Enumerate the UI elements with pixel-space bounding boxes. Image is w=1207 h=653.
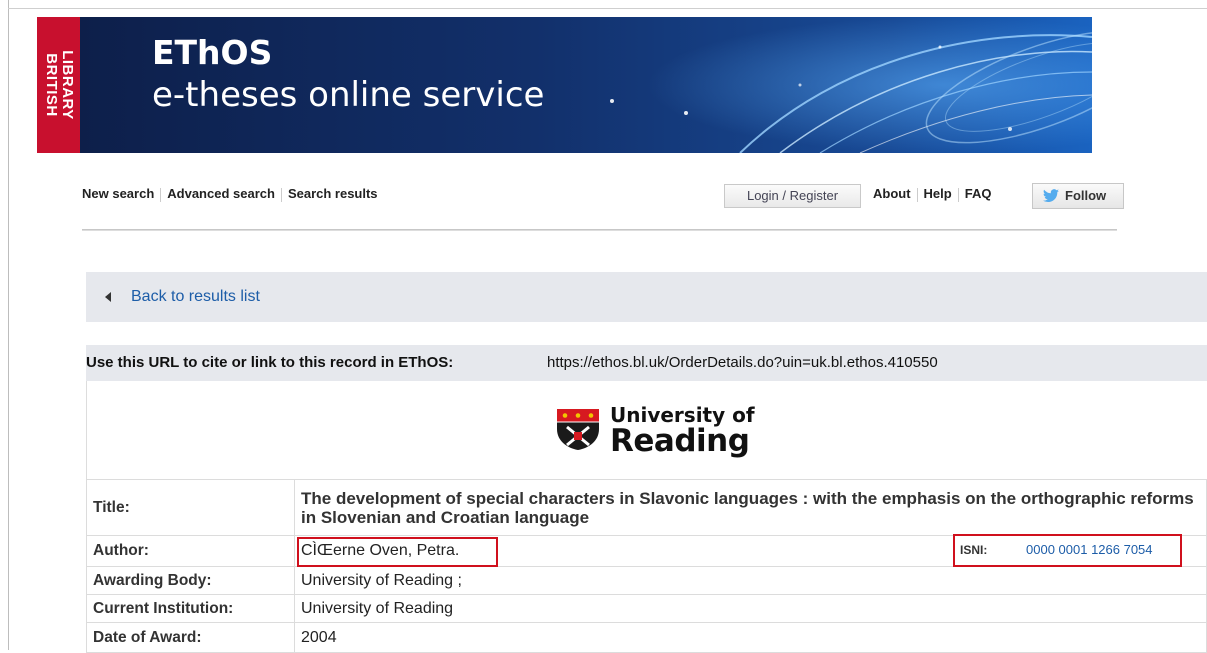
follow-label: Follow	[1065, 188, 1107, 203]
back-to-results-link[interactable]: Back to results list	[131, 288, 260, 306]
current-institution-label: Current Institution:	[86, 594, 295, 623]
secondary-nav: About Help FAQ	[873, 186, 991, 202]
title-cell: The development of special characters in…	[294, 479, 1207, 536]
cite-url-bar: Use this URL to cite or link to this rec…	[86, 345, 1207, 381]
logo-line-library: LIBRARY	[58, 50, 76, 120]
title-value: The development of special characters in…	[301, 488, 1194, 527]
frame-top-border	[8, 8, 1207, 9]
record-row-date-of-award: Date of Award: 2004	[86, 622, 1207, 653]
nav-faq[interactable]: FAQ	[965, 186, 992, 201]
nav-separator	[280, 187, 282, 202]
login-register-button[interactable]: Login / Register	[724, 184, 861, 208]
nav-separator	[160, 187, 162, 202]
nav-new-search[interactable]: New search	[82, 186, 154, 201]
nav-separator	[957, 187, 959, 202]
banner-title: EThOS	[152, 33, 273, 72]
date-of-award-label: Date of Award:	[86, 622, 295, 653]
cite-url-label: Use this URL to cite or link to this rec…	[86, 354, 454, 371]
nav-separator	[916, 187, 918, 202]
nav-search-results[interactable]: Search results	[288, 186, 378, 201]
date-of-award-value: 2004	[294, 622, 1207, 653]
title-label: Title:	[86, 479, 295, 536]
institution-logo-panel: University of Reading	[86, 381, 1207, 480]
back-bar: Back to results list	[86, 272, 1207, 322]
british-library-logo[interactable]: LIBRARY BRITISH	[37, 17, 80, 153]
frame-left-border	[8, 0, 9, 650]
reading-crest-icon	[557, 409, 599, 450]
ethos-banner[interactable]: EThOS e-theses online service	[80, 17, 1092, 153]
banner-subtitle: e-theses online service	[152, 75, 545, 115]
nav-about[interactable]: About	[873, 186, 911, 201]
nav-advanced-search[interactable]: Advanced search	[167, 186, 275, 201]
author-highlight-box	[297, 537, 498, 567]
record-row-title: Title: The development of special charac…	[86, 479, 1207, 536]
awarding-body-label: Awarding Body:	[86, 566, 295, 595]
twitter-bird-icon	[1043, 189, 1059, 203]
author-label: Author:	[86, 535, 295, 567]
awarding-body-value[interactable]: University of Reading ;	[294, 566, 1207, 595]
record-row-current-institution: Current Institution: University of Readi…	[86, 594, 1207, 623]
twitter-follow-button[interactable]: Follow	[1032, 183, 1124, 209]
british-library-logo-text: LIBRARY BRITISH	[42, 50, 76, 120]
cite-url-value[interactable]: https://ethos.bl.uk/OrderDetails.do?uin=…	[547, 354, 938, 371]
primary-nav: New search Advanced search Search results	[82, 186, 378, 202]
nav-divider	[82, 229, 1117, 231]
isni-highlight-box	[953, 534, 1182, 567]
university-logo-line2: Reading	[610, 423, 750, 459]
record-row-awarding-body: Awarding Body: University of Reading ;	[86, 566, 1207, 595]
nav-help[interactable]: Help	[924, 186, 952, 201]
current-institution-value: University of Reading	[294, 594, 1207, 623]
logo-line-british: BRITISH	[42, 53, 60, 117]
back-arrow-icon[interactable]	[105, 292, 111, 302]
